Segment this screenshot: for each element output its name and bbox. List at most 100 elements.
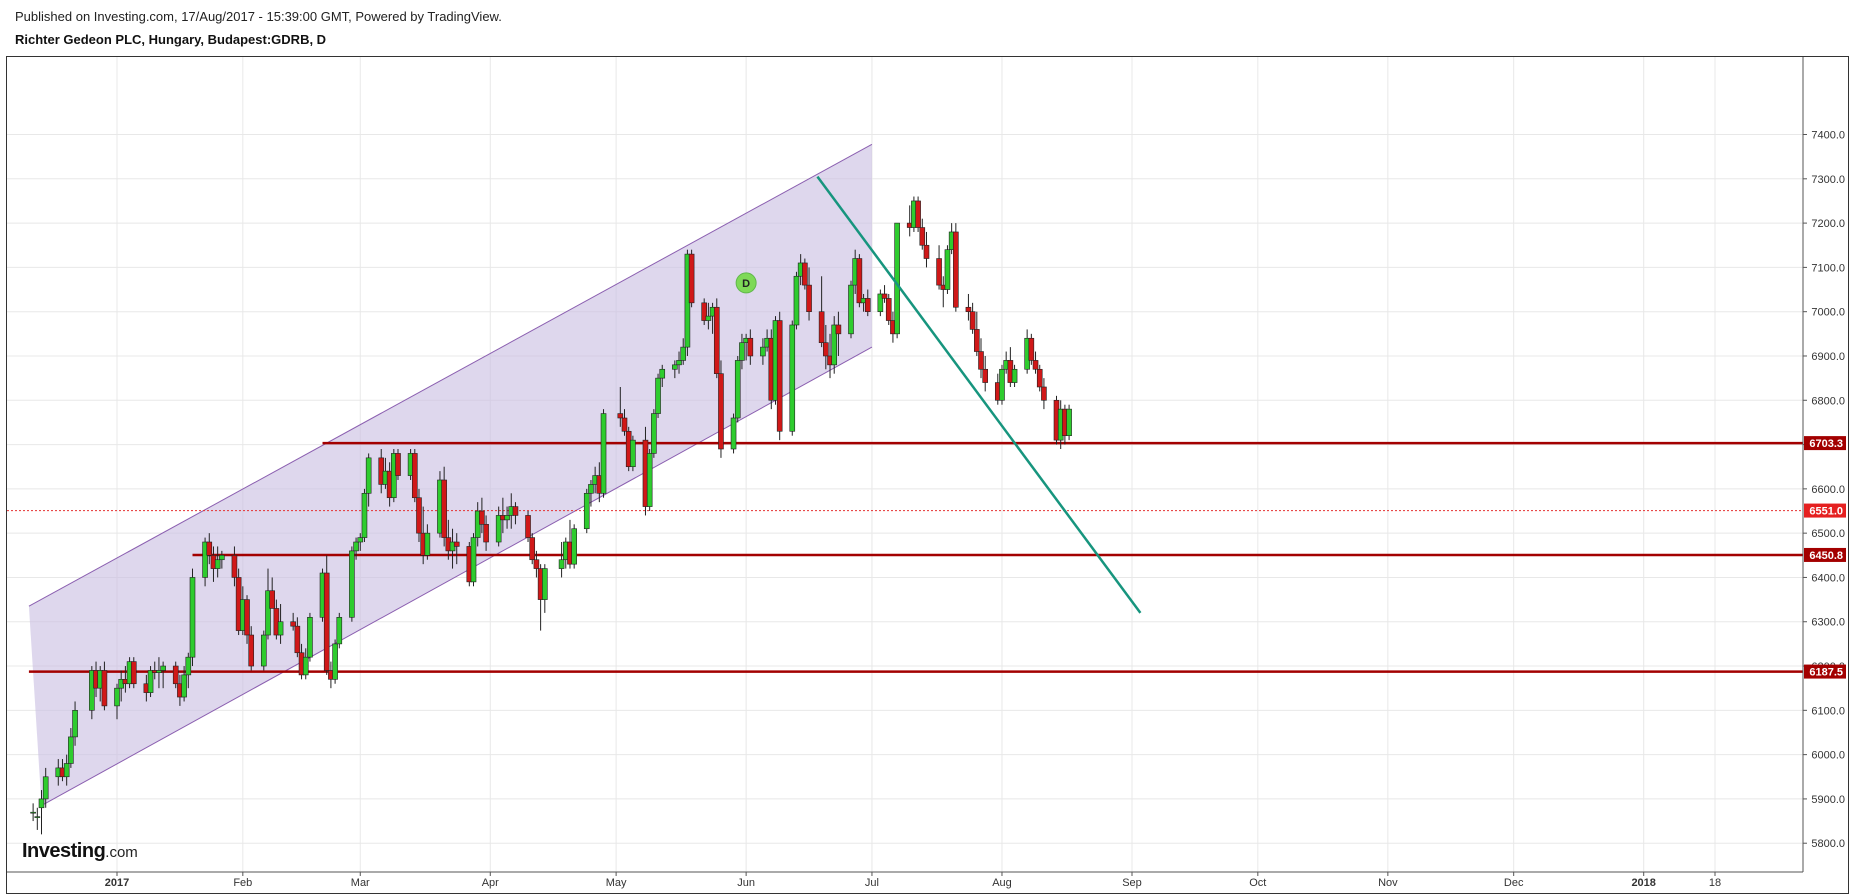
- candle-body: [395, 453, 401, 476]
- candle-body: [969, 311, 976, 330]
- candle-body: [1032, 360, 1039, 370]
- candle-body: [512, 506, 519, 516]
- candle-body: [730, 417, 737, 450]
- candle-up: [542, 564, 548, 613]
- candle-body: [353, 541, 359, 552]
- grid: [7, 57, 1803, 872]
- candle-body: [718, 373, 724, 450]
- candle-body: [848, 284, 854, 335]
- candle-body: [147, 670, 154, 693]
- candle-body: [172, 665, 179, 685]
- trend-channel-fill: [28, 144, 872, 806]
- candle-body: [760, 346, 766, 357]
- y-axis: 5800.05900.06000.06100.06200.06300.06400…: [1802, 57, 1846, 872]
- x-axis: 2017 Feb Mar Apr May Jun Jul Aug Sep Oct Nov Dec 201…: [7, 871, 1803, 889]
- y-tick-label: 5900.0: [1811, 794, 1845, 806]
- x-tick-label: 2018: [1631, 877, 1655, 889]
- candle-body: [214, 559, 221, 569]
- candle-body: [185, 656, 192, 676]
- x-tick-label: 2017: [105, 877, 129, 889]
- candle-body: [630, 439, 636, 468]
- candle-body: [156, 670, 162, 673]
- candle-up: [630, 435, 636, 472]
- candle-body: [38, 798, 45, 809]
- candle-body: [965, 306, 972, 312]
- candle-up: [793, 271, 800, 330]
- candle-up: [655, 373, 661, 418]
- candle-body: [600, 413, 607, 494]
- candle-body: [277, 621, 284, 636]
- candle-body: [558, 559, 565, 569]
- candle-up: [332, 639, 338, 684]
- candle-up: [34, 807, 41, 830]
- candle-body: [114, 687, 120, 707]
- candle-body: [441, 479, 447, 538]
- price-chart[interactable]: D5800.05900.06000.06100.06200.06300.0640…: [0, 0, 1855, 895]
- candle-body: [248, 634, 255, 667]
- x-tick-label: Oct: [1249, 877, 1266, 889]
- x-tick-label: Aug: [992, 877, 1012, 889]
- candle-up: [307, 612, 313, 662]
- candle-body: [705, 315, 712, 321]
- candle-body: [953, 231, 959, 308]
- candle-up: [30, 803, 36, 822]
- candle-body: [483, 523, 489, 543]
- level-tag-label: 6187.5: [1809, 667, 1843, 679]
- candle-body: [776, 320, 783, 432]
- candle-body: [923, 244, 930, 259]
- candle-body: [688, 253, 695, 304]
- y-tick-label: 7400.0: [1811, 130, 1845, 142]
- candle-body: [453, 541, 460, 547]
- candle-body: [424, 532, 431, 556]
- x-tick-label: Dec: [1504, 877, 1524, 889]
- x-tick-label: Jul: [865, 877, 879, 889]
- candle-body: [525, 515, 531, 538]
- candle-up: [848, 280, 854, 339]
- candle-body: [655, 377, 661, 414]
- y-tick-label: 6900.0: [1811, 351, 1845, 363]
- candle-body: [307, 617, 313, 658]
- candle-body: [944, 249, 951, 290]
- candle-body: [63, 763, 70, 778]
- candle-up: [1066, 404, 1072, 441]
- candle-body: [269, 590, 275, 609]
- candle-body: [856, 258, 863, 304]
- candle-body: [411, 453, 418, 499]
- candle-body: [894, 222, 900, 335]
- candle-down: [953, 223, 959, 312]
- candle-down: [718, 360, 724, 458]
- candle-body: [881, 293, 888, 299]
- y-tick-label: 7300.0: [1811, 174, 1845, 186]
- x-tick-label: Jun: [737, 877, 755, 889]
- candle-body: [336, 617, 343, 645]
- y-tick-label: 6300.0: [1811, 617, 1845, 629]
- candle-up: [349, 546, 355, 622]
- candle-down: [688, 249, 695, 308]
- candle-body: [802, 262, 808, 286]
- candle-body: [588, 484, 594, 494]
- y-tick-label: 7000.0: [1811, 307, 1845, 319]
- level-tag-label: 6703.3: [1809, 438, 1843, 450]
- candle-body: [206, 541, 213, 556]
- candle-down: [936, 245, 942, 290]
- candle-body: [68, 736, 74, 764]
- candle-body: [529, 537, 536, 561]
- downtrend-line: [816, 175, 1142, 614]
- candle-body: [365, 457, 372, 494]
- logo-domain: .com: [105, 844, 138, 861]
- candle-body: [936, 258, 942, 286]
- x-tick-label: Nov: [1378, 877, 1398, 889]
- candle-body: [332, 643, 338, 680]
- candle-up: [583, 488, 590, 534]
- candle-body: [659, 368, 666, 379]
- candle-up: [189, 568, 196, 667]
- candle-body: [361, 492, 368, 538]
- y-tick-label: 6500.0: [1811, 528, 1845, 540]
- candle-body: [806, 284, 812, 312]
- candle-body: [30, 811, 36, 814]
- candle-body: [646, 453, 653, 507]
- candle-up: [999, 364, 1005, 405]
- candle-body: [1036, 368, 1043, 388]
- candle-body: [470, 537, 477, 583]
- candle-body: [416, 497, 422, 534]
